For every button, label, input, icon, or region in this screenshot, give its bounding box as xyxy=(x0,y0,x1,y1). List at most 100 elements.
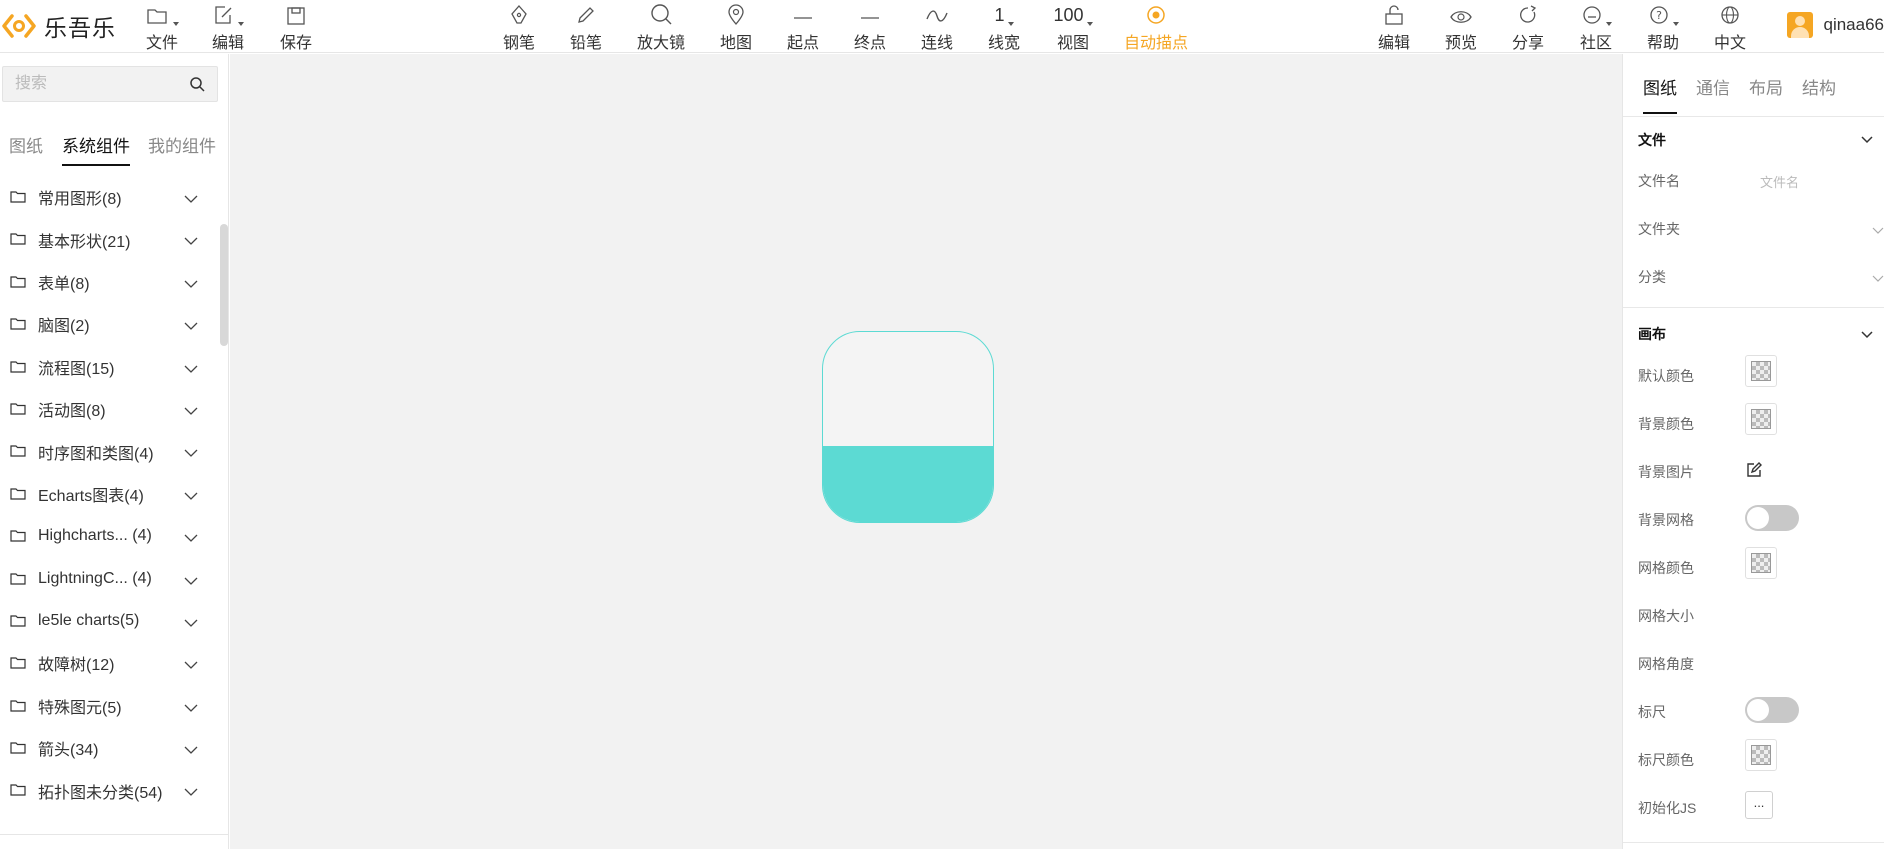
line-width-value-wrap: 1 xyxy=(994,0,1014,26)
eye-icon xyxy=(1449,0,1473,26)
view-select[interactable]: 100 视图 xyxy=(1053,0,1093,53)
folder-icon xyxy=(10,741,26,760)
chevron-down-icon[interactable] xyxy=(183,615,199,633)
folder-icon xyxy=(10,232,26,251)
grid-size-label: 网格大小 xyxy=(1638,608,1694,624)
search-icon[interactable] xyxy=(189,76,205,97)
edit-icon xyxy=(213,0,244,26)
community-icon xyxy=(1581,0,1612,26)
category-item[interactable]: 基本形状(21) xyxy=(0,218,220,260)
chevron-down-icon[interactable] xyxy=(183,657,199,675)
auto-anchor-toggle[interactable]: 自动描点 xyxy=(1124,0,1188,53)
end-point-tool[interactable]: 终点 xyxy=(854,0,886,53)
category-item[interactable]: le5le charts(5) xyxy=(0,600,220,642)
category-label: le5le charts(5) xyxy=(38,612,140,630)
chevron-down-icon[interactable] xyxy=(183,530,199,548)
language-switch[interactable]: 中文 xyxy=(1713,0,1747,53)
tab-structure[interactable]: 结构 xyxy=(1802,74,1836,114)
drawing-canvas[interactable] xyxy=(230,54,1622,849)
file-section-title[interactable]: 文件 xyxy=(1638,130,1666,150)
file-name-label: 文件名 xyxy=(1638,173,1680,189)
tab-drawings[interactable]: 图纸 xyxy=(9,134,43,170)
category-item[interactable]: Highcharts... (4) xyxy=(0,515,220,557)
connect-line-tool[interactable]: 连线 xyxy=(921,0,953,53)
divider xyxy=(1623,842,1884,843)
category-item[interactable]: 特殊图元(5) xyxy=(0,685,220,727)
app-logo[interactable]: 乐吾乐 xyxy=(0,6,116,46)
init-js-button[interactable]: ... xyxy=(1745,791,1773,819)
help-menu[interactable]: ? 帮助 xyxy=(1646,0,1680,53)
chevron-down-icon[interactable] xyxy=(183,784,199,802)
map-label: 地图 xyxy=(720,35,753,52)
edit-menu[interactable]: 编辑 xyxy=(212,0,244,53)
default-color-picker[interactable] xyxy=(1745,355,1777,387)
chevron-down-icon[interactable] xyxy=(183,445,199,463)
chevron-down-icon[interactable] xyxy=(1860,327,1874,345)
folder-icon xyxy=(10,783,26,802)
line-width-select[interactable]: 1 线宽 xyxy=(988,0,1020,53)
category-item[interactable]: 流程图(15) xyxy=(0,346,220,388)
chevron-down-icon[interactable] xyxy=(183,403,199,421)
start-point-tool[interactable]: 起点 xyxy=(787,0,819,53)
ruler-toggle[interactable] xyxy=(1745,697,1799,723)
magnifier-tool[interactable]: 放大镜 xyxy=(637,0,685,53)
map-tool[interactable]: 地图 xyxy=(720,0,752,53)
grid-color-picker[interactable] xyxy=(1745,547,1777,579)
tab-my-components[interactable]: 我的组件 xyxy=(148,134,216,170)
category-item[interactable]: 拓扑图未分类(54) xyxy=(0,769,220,811)
app-title: 乐吾乐 xyxy=(44,15,116,41)
category-item[interactable]: Echarts图表(4) xyxy=(0,473,220,515)
chevron-down-icon[interactable] xyxy=(183,276,199,294)
category-item[interactable]: 表单(8) xyxy=(0,261,220,303)
category-item[interactable]: 时序图和类图(4) xyxy=(0,430,220,472)
chevron-down-icon[interactable] xyxy=(1872,270,1884,288)
chevron-down-icon[interactable] xyxy=(183,191,199,209)
chevron-down-icon[interactable] xyxy=(183,742,199,760)
folder-icon xyxy=(10,360,26,379)
tab-layout[interactable]: 布局 xyxy=(1749,74,1783,114)
pencil-label: 铅笔 xyxy=(570,35,603,52)
category-item[interactable]: 活动图(8) xyxy=(0,388,220,430)
ruler-color-picker[interactable] xyxy=(1745,739,1777,771)
category-item[interactable]: 常用图形(8) xyxy=(0,176,220,218)
file-label: 文件 xyxy=(146,35,179,52)
chevron-down-icon[interactable] xyxy=(183,361,199,379)
pen-tool[interactable]: 钢笔 xyxy=(503,0,535,53)
edit-mode-button[interactable]: 编辑 xyxy=(1378,0,1410,53)
help-icon: ? xyxy=(1648,0,1679,26)
background-grid-toggle[interactable] xyxy=(1745,505,1799,531)
search-input[interactable] xyxy=(15,67,175,101)
edit-icon[interactable] xyxy=(1745,461,1763,484)
chevron-down-icon[interactable] xyxy=(183,233,199,251)
share-button[interactable]: 分享 xyxy=(1512,0,1544,53)
tab-communication[interactable]: 通信 xyxy=(1696,74,1730,114)
chevron-down-icon xyxy=(1007,22,1014,26)
file-name-input[interactable]: 文件名 xyxy=(1760,172,1799,191)
tab-system-components[interactable]: 系统组件 xyxy=(62,134,130,170)
chevron-down-icon[interactable] xyxy=(1860,132,1874,150)
category-item[interactable]: 故障树(12) xyxy=(0,642,220,684)
category-item[interactable]: 脑图(2) xyxy=(0,303,220,345)
chevron-down-icon[interactable] xyxy=(183,700,199,718)
chevron-down-icon[interactable] xyxy=(183,318,199,336)
file-menu[interactable]: 文件 xyxy=(146,0,179,53)
category-label: 特殊图元(5) xyxy=(38,699,122,717)
pencil-tool[interactable]: 铅笔 xyxy=(570,0,602,53)
chevron-down-icon[interactable] xyxy=(183,573,199,591)
save-button[interactable]: 保存 xyxy=(280,0,312,53)
tab-drawing[interactable]: 图纸 xyxy=(1643,74,1677,114)
liquid-level-shape[interactable] xyxy=(822,331,994,523)
scrollbar[interactable] xyxy=(220,224,228,346)
search-box xyxy=(2,66,218,102)
transparent-swatch xyxy=(1751,745,1771,765)
chevron-down-icon[interactable] xyxy=(183,488,199,506)
chevron-down-icon[interactable] xyxy=(1872,222,1884,240)
user-menu[interactable]: qinaa66 xyxy=(1787,10,1884,40)
canvas-section-title[interactable]: 画布 xyxy=(1638,324,1666,344)
category-item[interactable]: LightningC... (4) xyxy=(0,558,220,600)
background-color-picker[interactable] xyxy=(1745,403,1777,435)
community-label: 社区 xyxy=(1579,35,1612,52)
preview-button[interactable]: 预览 xyxy=(1445,0,1477,53)
community-menu[interactable]: 社区 xyxy=(1579,0,1613,53)
category-item[interactable]: 箭头(34) xyxy=(0,727,220,769)
